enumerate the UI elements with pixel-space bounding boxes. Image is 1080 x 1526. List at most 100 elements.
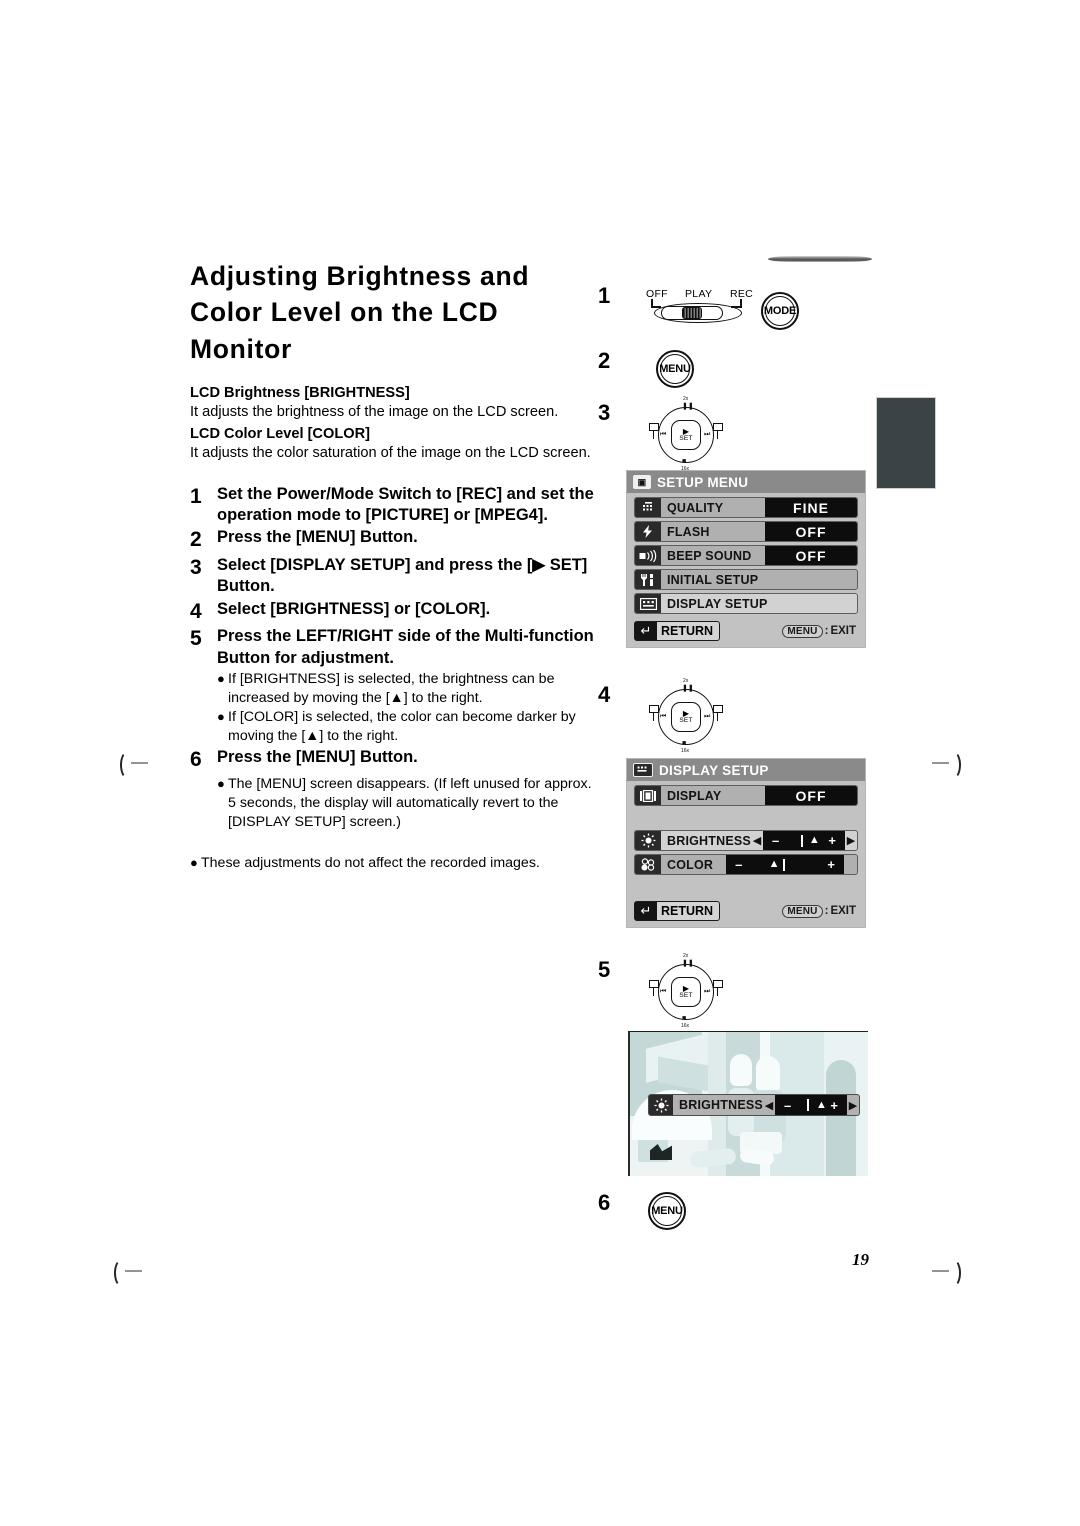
bullet-item: ● If [COLOR] is selected, the color can … <box>217 708 600 746</box>
slider-bar[interactable]: – ▲ + <box>726 855 844 874</box>
slider-minus-label: – <box>783 1097 792 1113</box>
set-label: SET <box>679 716 693 724</box>
return-arrow-icon: ↵ <box>635 622 657 640</box>
camera-icon: ▣ <box>633 475 651 489</box>
step-6-bullets: ● The [MENU] screen disappears. (If left… <box>217 775 600 832</box>
page-edge-tab <box>876 397 936 489</box>
bullet-dot: ● <box>190 854 198 870</box>
exit-label: EXIT <box>830 625 856 637</box>
illustration-step-number-1: 1 <box>598 283 611 308</box>
setup-menu-footer: ↵ RETURN MENU : EXIT <box>634 621 858 641</box>
step-5-bullets: ● If [BRIGHTNESS] is selected, the brigh… <box>217 670 600 746</box>
return-button[interactable]: ↵ RETURN <box>634 901 721 921</box>
slider-right-arrow[interactable]: ▶ <box>847 1099 859 1112</box>
setup-menu-rows: QUALITY FINE FLASH OFF BEEP SOUND OFF IN… <box>627 493 865 647</box>
lcd-preview-image: BRIGHTNESS ◀ – ▲ + ▶ <box>628 1031 868 1176</box>
illustration-step-number-3: 3 <box>598 400 611 425</box>
right-side-stem <box>717 987 719 996</box>
exit-key-label: MENU <box>782 624 823 638</box>
set-button[interactable]: ▶ SET <box>671 420 701 450</box>
switch-knob[interactable] <box>682 307 702 319</box>
right-side-stem <box>717 712 719 721</box>
brightness-slider[interactable]: ◀ – ▲ + ▶ <box>751 831 857 850</box>
slider-left-arrow[interactable]: ◀ <box>763 1099 775 1112</box>
power-mode-switch[interactable]: OFF PLAY REC <box>646 288 761 330</box>
menu-row-display-setup[interactable]: DISPLAY SETUP <box>634 593 858 614</box>
menu-button-step6[interactable]: MENU <box>648 1192 686 1230</box>
stop-icon: ■ <box>682 458 687 465</box>
pause-icon: ❚❚ <box>682 960 694 967</box>
display-icon <box>635 786 661 805</box>
display-setup-icon <box>635 594 661 613</box>
bullet-dot: ● <box>217 709 225 725</box>
menu-row-label: BEEP SOUND <box>667 548 752 563</box>
brightness-subheading: LCD Brightness [BRIGHTNESS] <box>190 384 410 401</box>
step-4: 4 Select [BRIGHTNESS] or [COLOR]. <box>190 599 600 625</box>
mode-button[interactable]: MODE <box>761 292 799 330</box>
return-button-label: RETURN <box>661 624 714 638</box>
next-icon: ⏭ <box>704 988 711 995</box>
right-side-stem <box>717 430 719 439</box>
pad-stop-label: 16x <box>681 1023 690 1029</box>
menu-row-label: DISPLAY <box>667 788 722 803</box>
slider-bar[interactable]: – ▲ + <box>762 831 845 850</box>
previous-icon: ⏮ <box>660 713 667 720</box>
setup-menu-title-bar: ▣ SETUP MENU <box>627 471 865 493</box>
procedure-steps: 1 Set the Power/Mode Switch to [REC] and… <box>190 484 600 873</box>
initial-setup-icon <box>635 570 661 589</box>
bullet-text: If [COLOR] is selected, the color can be… <box>228 709 576 745</box>
menu-row-value: OFF <box>765 786 857 805</box>
menu-row-quality[interactable]: QUALITY FINE <box>634 497 858 518</box>
menu-row-flash[interactable]: FLASH OFF <box>634 521 858 542</box>
slider-bar[interactable]: – ▲ + <box>774 1095 847 1115</box>
pad-zoom-label: 2x <box>683 396 689 402</box>
preview-person-head <box>730 1054 752 1086</box>
color-dots-icon <box>635 855 661 874</box>
pad-zoom-label: 2x <box>683 678 689 684</box>
multifunction-button-step3[interactable]: 2x ❚❚ ■ 16x ⏮ ⏭ ▶ SET <box>647 396 725 474</box>
preview-person <box>826 1060 856 1176</box>
illustration-step-number-2: 2 <box>598 348 611 373</box>
step-number: 4 <box>190 599 202 623</box>
slider-plus-label: + <box>830 1097 838 1113</box>
step-5: 5 Press the LEFT/RIGHT side of the Multi… <box>190 626 600 669</box>
power-switch-play-label: PLAY <box>685 288 713 300</box>
slider-left-arrow[interactable]: ◀ <box>751 834 763 847</box>
step-text: Select [BRIGHTNESS] or [COLOR]. <box>217 599 491 618</box>
page-number: 19 <box>852 1250 869 1269</box>
menu-row-label: QUALITY <box>667 500 724 515</box>
set-button[interactable]: ▶ SET <box>671 702 701 732</box>
menu-row-label: BRIGHTNESS <box>667 833 751 848</box>
multifunction-button-step5[interactable]: 2x ❚❚ ■ 16x ⏮ ⏭ ▶ SET <box>647 953 725 1031</box>
menu-row-brightness[interactable]: BRIGHTNESS ◀ – ▲ + ▶ <box>634 830 858 851</box>
multifunction-button-step4[interactable]: 2x ❚❚ ■ 16x ⏮ ⏭ ▶ SET <box>647 678 725 756</box>
set-button[interactable]: ▶ SET <box>671 977 701 1007</box>
bullet-item: ● The [MENU] screen disappears. (If left… <box>217 775 600 832</box>
step-text: Select [DISPLAY SETUP] and press the [▶ … <box>217 555 588 596</box>
crop-mark-bottom-left <box>112 1256 142 1287</box>
menu-button-step2[interactable]: MENU <box>656 350 694 388</box>
display-setup-title-bar: DISPLAY SETUP <box>627 759 865 781</box>
preview-person-head <box>756 1056 780 1092</box>
flash-bolt-icon <box>635 522 661 541</box>
slider-center-tick <box>800 834 803 847</box>
left-side-stem <box>653 987 655 996</box>
menu-row-initial-setup[interactable]: INITIAL SETUP <box>634 569 858 590</box>
return-button[interactable]: ↵ RETURN <box>634 621 721 641</box>
overlay-brightness-slider[interactable]: ◀ – ▲ + ▶ <box>763 1095 859 1115</box>
setup-menu-title: SETUP MENU <box>657 474 749 490</box>
menu-row-label: INITIAL SETUP <box>667 572 759 587</box>
previous-icon: ⏮ <box>660 988 667 995</box>
color-slider[interactable]: – ▲ + <box>713 855 857 874</box>
menu-row-beep-sound[interactable]: BEEP SOUND OFF <box>634 545 858 566</box>
stop-icon: ■ <box>682 740 687 747</box>
bullet-text: The [MENU] screen disappears. (If left u… <box>228 775 592 830</box>
brightness-overlay[interactable]: BRIGHTNESS ◀ – ▲ + ▶ <box>648 1094 860 1116</box>
brightness-description: It adjusts the brightness of the image o… <box>190 404 559 421</box>
menu-row-color[interactable]: COLOR – ▲ + <box>634 854 858 875</box>
slider-right-arrow[interactable]: ▶ <box>845 834 857 847</box>
crop-mark-bottom-right <box>932 1256 962 1287</box>
exit-hint: MENU : EXIT <box>782 904 856 918</box>
return-button-label: RETURN <box>661 904 714 918</box>
menu-row-display[interactable]: DISPLAY OFF <box>634 785 858 806</box>
